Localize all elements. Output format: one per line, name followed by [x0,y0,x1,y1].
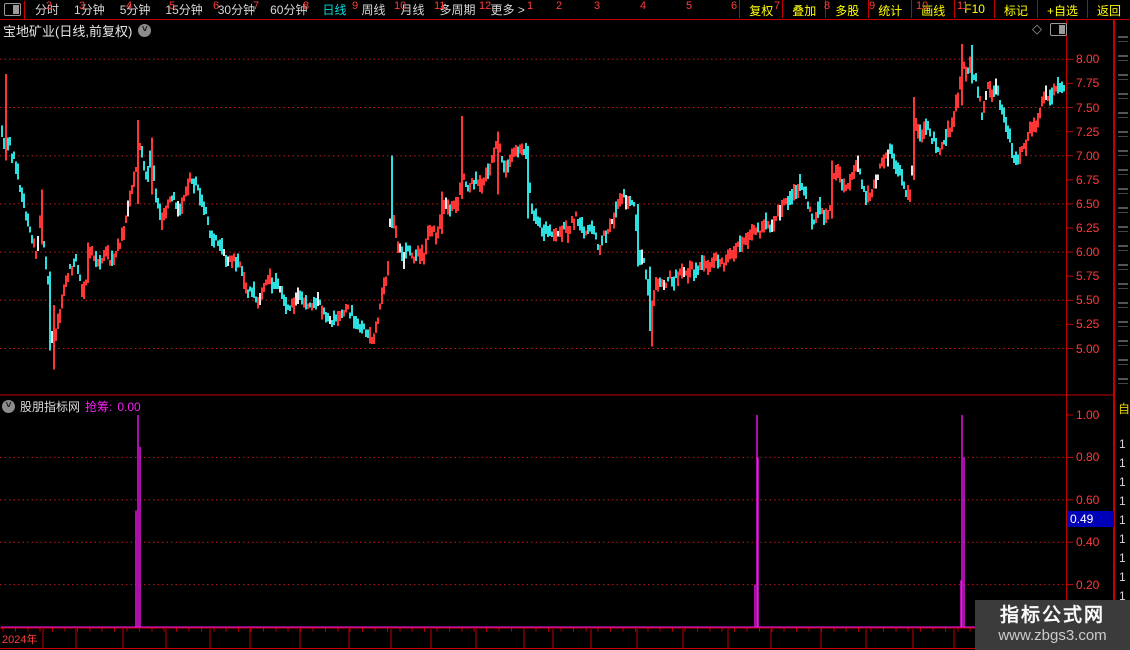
sidebar-clipped-digit: 1 [1119,494,1126,508]
sidebar-clipped-digit: 1 [1119,513,1126,527]
month-label: 11 [434,0,446,12]
price-tick-label: 7.25 [1076,124,1100,139]
axis-cursor-value: 0.49 [1067,511,1115,527]
chart-title-row: 宝地矿业(日线,前复权) ˅ [3,21,152,40]
sidebar-clipped-text [1118,31,1128,391]
tab-60分钟[interactable]: 60分钟 [270,1,307,18]
price-tick-label: 5.50 [1076,293,1100,308]
split-view-icon [3,3,21,16]
price-tick-label: 7.75 [1076,76,1100,91]
chart-svg [0,19,1114,649]
price-tick-label: 8.00 [1076,52,1100,67]
right-sidebar-clipped[interactable]: 自 11111111111 [1114,19,1130,650]
tab-更多 >[interactable]: 更多 > [491,1,525,18]
button-返回[interactable]: 返回 [1086,0,1130,18]
indicator-tick-label: 0.80 [1076,450,1100,465]
sidebar-clipped-digit: 1 [1119,570,1126,584]
month-label: 9 [352,0,359,12]
month-label: 1 [527,0,534,12]
indicator-header: ˅ 股朋指标网 抢筹: 0.00 [2,398,141,415]
month-label: 7 [253,0,260,12]
indicator-source-label: 股朋指标网 [20,400,81,414]
chart-title: 宝地矿业(日线,前复权) [3,24,133,39]
sidebar-clipped-digit: 1 [1119,437,1126,451]
period-tabs: 分时 1分钟 5分钟 15分钟 30分钟 60分钟 日线 周线 月线 多周期 更多 > [35,1,525,18]
button-多股[interactable]: 多股 [825,0,868,18]
month-label: 11 [957,0,969,12]
sidebar-clipped-digit: 1 [1119,456,1126,470]
indicator-tick-label: 0.20 [1076,577,1100,592]
indicator-tick-label: 0.60 [1076,492,1100,507]
month-label: 6 [731,0,738,12]
month-label: 9 [869,0,876,12]
indicator-value: 0.00 [117,399,141,414]
button-标记[interactable]: 标记 [993,0,1037,18]
tab-5分钟[interactable]: 5分钟 [120,1,151,18]
month-label: 2 [46,0,53,12]
month-label: 8 [303,0,310,12]
year-label: 2024年 [2,634,38,646]
indicator-tick-label: 0.40 [1076,535,1100,550]
month-label: 6 [213,0,220,12]
month-label: 3 [79,0,86,12]
month-label: 5 [169,0,176,12]
split-view-icon[interactable] [1050,22,1067,36]
title-row-icons: ◇ [1032,21,1067,37]
price-tick-label: 5.25 [1076,317,1100,332]
watermark-url: www.zbgs3.com [998,627,1107,644]
button-+自选[interactable]: +自选 [1036,0,1087,18]
sidebar-badge: 自 [1118,402,1130,416]
sidebar-clipped-digit: 1 [1119,551,1126,565]
month-label: 7 [774,0,781,12]
month-label: 5 [686,0,693,12]
month-label: 4 [126,0,133,12]
price-tick-label: 6.75 [1076,172,1100,187]
price-tick-label: 6.25 [1076,221,1100,235]
month-label: 12 [479,0,492,12]
watermark-title: 指标公式网 [999,605,1105,626]
price-tick-label: 5.75 [1076,269,1100,284]
month-label: 4 [640,0,647,12]
price-tick-label: 7.00 [1076,148,1100,163]
watermark: 指标公式网 www.zbgs3.com [975,600,1130,650]
chevron-down-icon[interactable]: ˅ [138,24,152,37]
month-label: 10 [916,0,929,12]
action-buttons: 复权 叠加 多股 统计 画线 F10 标记 +自选 返回 [739,0,1130,18]
diamond-icon[interactable]: ◇ [1032,21,1042,37]
sidebar-clipped-digit: 1 [1119,532,1126,546]
month-label: 3 [594,0,601,12]
month-label: 8 [824,0,831,12]
price-tick-label: 6.00 [1076,245,1100,260]
app-window: 分时 1分钟 5分钟 15分钟 30分钟 60分钟 日线 周线 月线 多周期 更多 > 复权 叠加 多股… [0,0,1130,650]
tab-30分钟[interactable]: 30分钟 [218,1,255,18]
month-label: 10 [394,0,407,12]
chevron-down-icon[interactable]: ˅ [2,400,15,413]
indicator-tick-label: 1.00 [1076,408,1100,422]
price-tick-label: 5.00 [1076,341,1100,356]
price-tick-label: 7.50 [1076,100,1100,115]
tab-周线[interactable]: 周线 [361,1,385,18]
sidebar-clipped-digit: 1 [1119,475,1126,489]
month-label: 2 [556,0,563,12]
layout-toggle-button[interactable] [0,0,25,19]
price-tick-label: 6.50 [1076,196,1100,211]
indicator-name-label: 抢筹: [85,400,113,414]
tab-日线[interactable]: 日线 [322,1,346,18]
button-叠加[interactable]: 叠加 [782,0,825,18]
